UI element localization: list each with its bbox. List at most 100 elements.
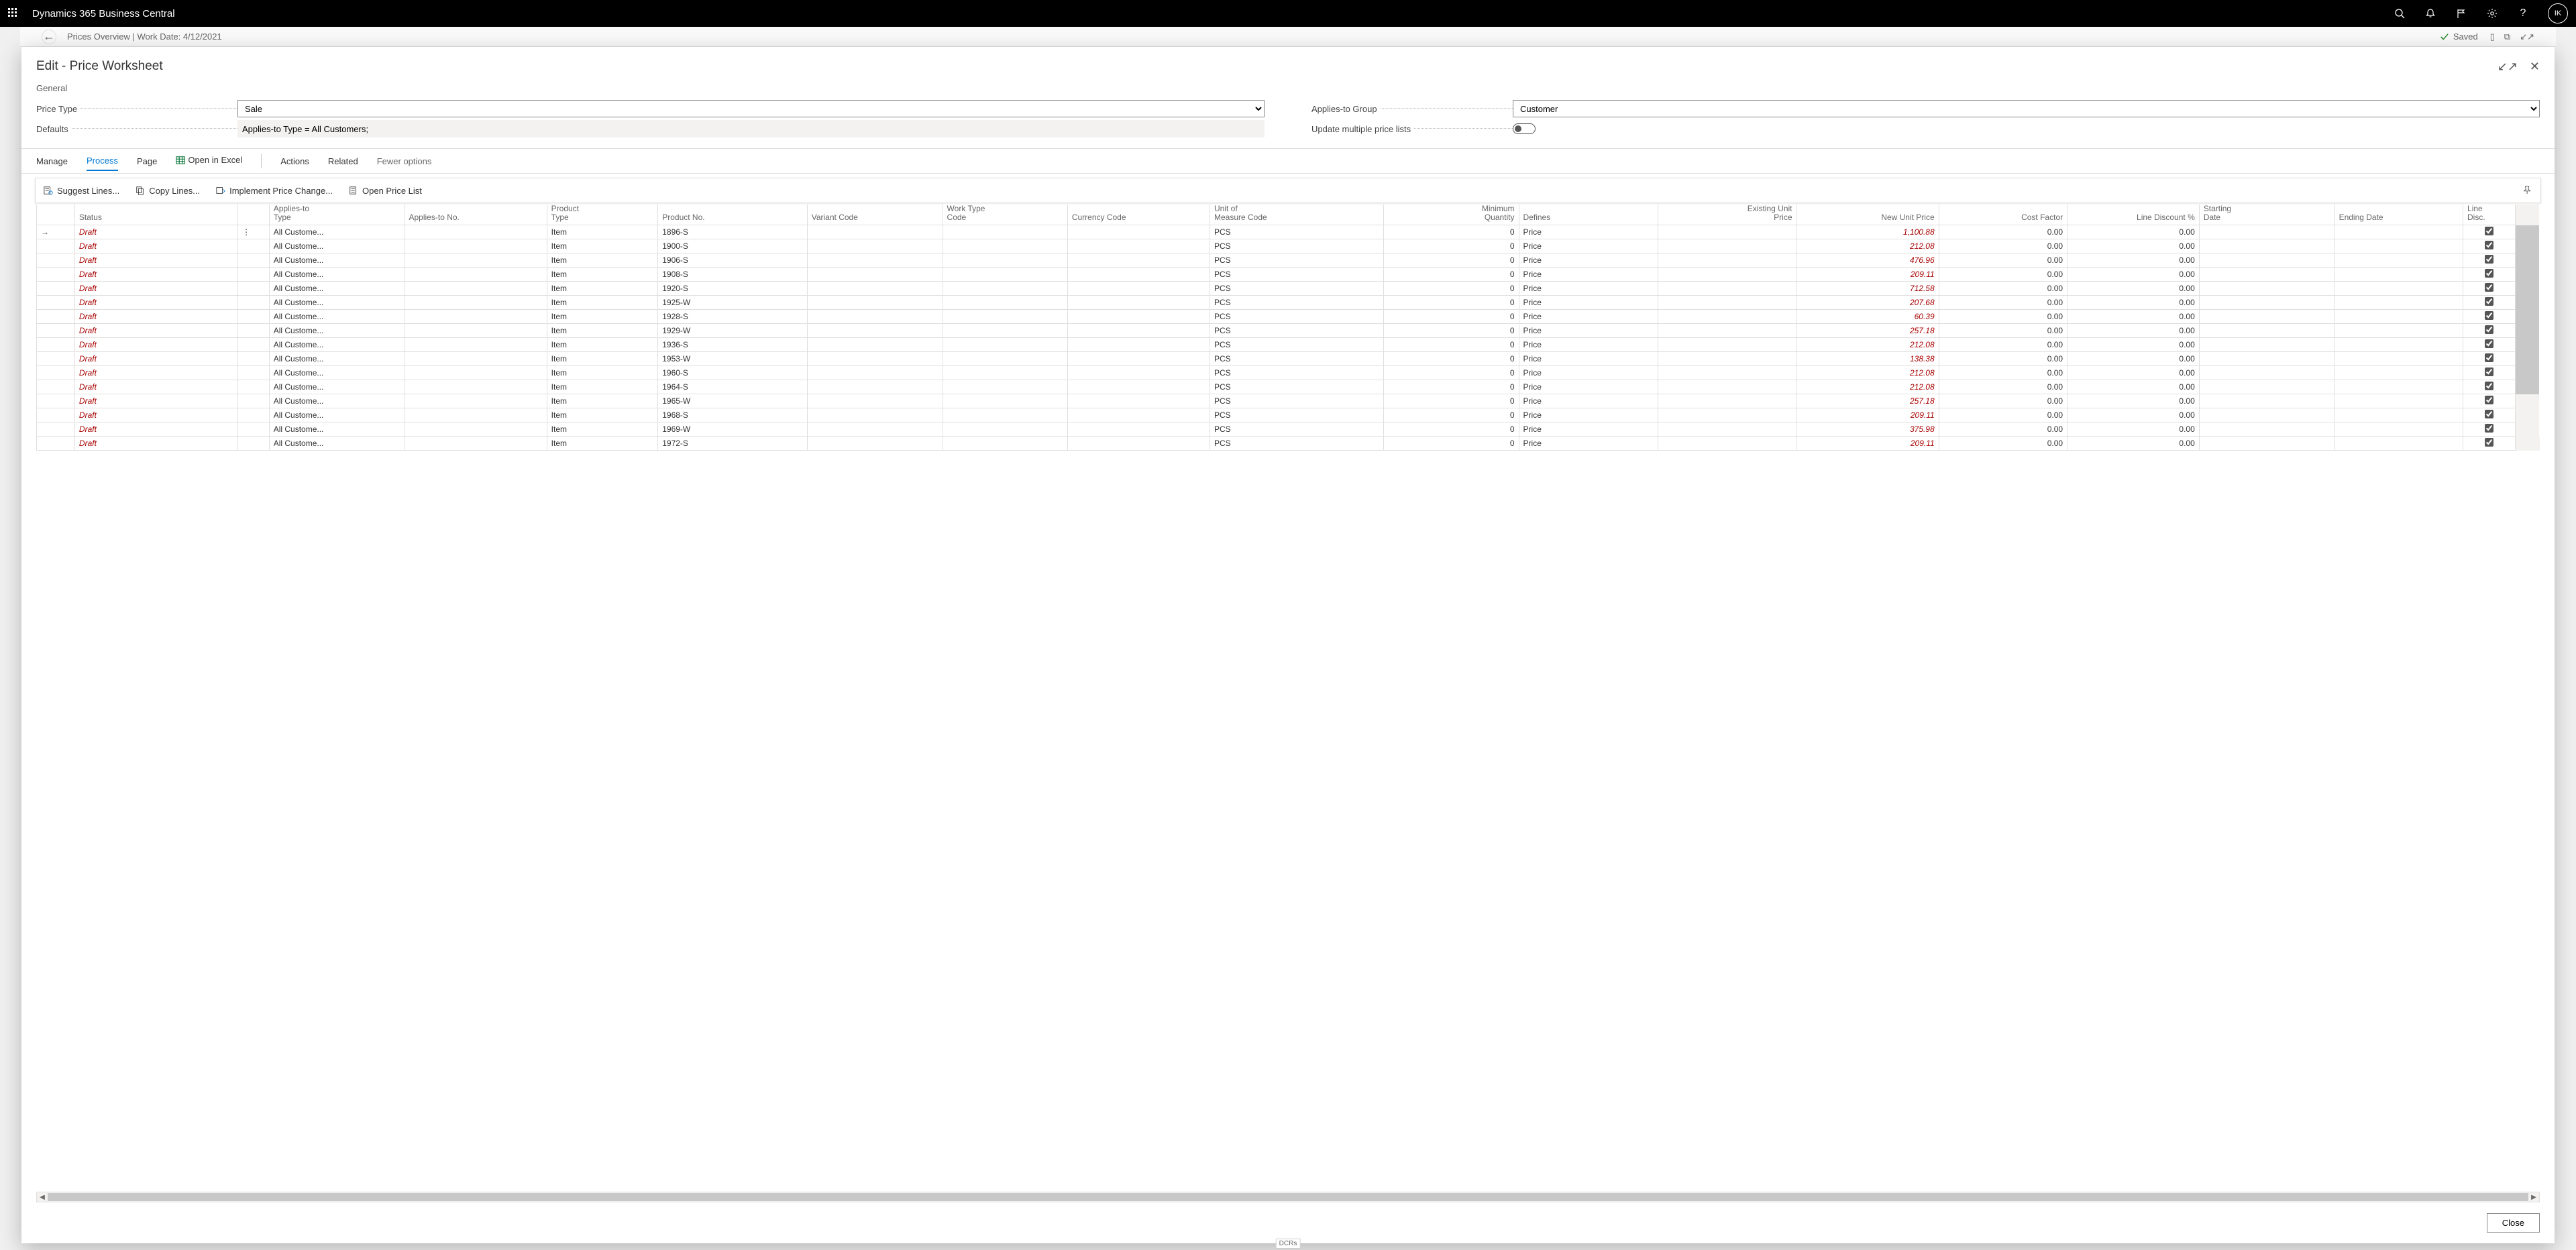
cell-line-disc-check[interactable] bbox=[2463, 296, 2516, 310]
cell-line-disc-pct[interactable]: 0.00 bbox=[2068, 366, 2200, 380]
cell-applies-to-no[interactable] bbox=[405, 282, 547, 296]
cell-applies-to-type[interactable]: All Custome... bbox=[269, 338, 405, 352]
cell-applies-to-type[interactable]: All Custome... bbox=[269, 282, 405, 296]
cell-applies-to-no[interactable] bbox=[405, 380, 547, 394]
cell-starting-date[interactable] bbox=[2199, 324, 2334, 338]
cell-variant-code[interactable] bbox=[807, 324, 943, 338]
cell-uom[interactable]: PCS bbox=[1210, 366, 1383, 380]
cell-line-disc-check[interactable] bbox=[2463, 310, 2516, 324]
popout-icon[interactable]: ⧉ bbox=[2504, 32, 2510, 42]
cell-line-disc-pct[interactable]: 0.00 bbox=[2068, 268, 2200, 282]
cell-min-qty[interactable]: 0 bbox=[1383, 408, 1519, 422]
cell-product-no[interactable]: 1920-S bbox=[658, 282, 808, 296]
scroll-left-icon[interactable]: ◀ bbox=[37, 1192, 48, 1202]
cell-ending-date[interactable] bbox=[2334, 422, 2463, 437]
menu-fewer-options[interactable]: Fewer options bbox=[377, 152, 432, 170]
cell-cost-factor[interactable]: 0.00 bbox=[1939, 380, 2067, 394]
table-row[interactable]: DraftAll Custome...Item1920-SPCS0Price71… bbox=[37, 282, 2540, 296]
cell-applies-to-no[interactable] bbox=[405, 352, 547, 366]
cell-line-disc-check[interactable] bbox=[2463, 268, 2516, 282]
cell-product-type[interactable]: Item bbox=[547, 380, 658, 394]
cell-currency-code[interactable] bbox=[1067, 253, 1210, 268]
cell-work-type-code[interactable] bbox=[943, 296, 1067, 310]
cell-min-qty[interactable]: 0 bbox=[1383, 282, 1519, 296]
col-ending-date[interactable]: Ending Date bbox=[2334, 205, 2463, 225]
detach-icon[interactable]: ▯ bbox=[2490, 32, 2495, 42]
cell-new-unit-price[interactable]: 257.18 bbox=[1796, 324, 1939, 338]
col-line-disc[interactable]: LineDisc. bbox=[2463, 205, 2516, 225]
cell-min-qty[interactable]: 0 bbox=[1383, 268, 1519, 282]
back-icon[interactable]: ← bbox=[42, 30, 56, 44]
cell-ending-date[interactable] bbox=[2334, 268, 2463, 282]
cell-line-disc-check[interactable] bbox=[2463, 282, 2516, 296]
cell-work-type-code[interactable] bbox=[943, 268, 1067, 282]
cell-min-qty[interactable]: 0 bbox=[1383, 437, 1519, 451]
cell-line-disc-check[interactable] bbox=[2463, 422, 2516, 437]
cell-min-qty[interactable]: 0 bbox=[1383, 253, 1519, 268]
row-selector-icon[interactable] bbox=[37, 253, 75, 268]
cell-min-qty[interactable]: 0 bbox=[1383, 296, 1519, 310]
cell-product-no[interactable]: 1925-W bbox=[658, 296, 808, 310]
cell-existing-unit-price[interactable] bbox=[1658, 310, 1796, 324]
table-row[interactable]: DraftAll Custome...Item1965-WPCS0Price25… bbox=[37, 394, 2540, 408]
cell-starting-date[interactable] bbox=[2199, 394, 2334, 408]
cell-product-type[interactable]: Item bbox=[547, 310, 658, 324]
col-status[interactable]: Status bbox=[74, 205, 237, 225]
restore-icon[interactable]: ↙↗ bbox=[2498, 60, 2518, 74]
cell-defines[interactable]: Price bbox=[1519, 324, 1658, 338]
cell-new-unit-price[interactable]: 209.11 bbox=[1796, 408, 1939, 422]
cell-new-unit-price[interactable]: 212.08 bbox=[1796, 380, 1939, 394]
cell-work-type-code[interactable] bbox=[943, 422, 1067, 437]
table-row[interactable]: DraftAll Custome...Item1964-SPCS0Price21… bbox=[37, 380, 2540, 394]
row-selector-icon[interactable] bbox=[37, 366, 75, 380]
cell-cost-factor[interactable]: 0.00 bbox=[1939, 437, 2067, 451]
implement-price-change-button[interactable]: Implement Price Change... bbox=[216, 186, 333, 196]
cell-line-disc-pct[interactable]: 0.00 bbox=[2068, 282, 2200, 296]
cell-cost-factor[interactable]: 0.00 bbox=[1939, 338, 2067, 352]
cell-uom[interactable]: PCS bbox=[1210, 324, 1383, 338]
cell-currency-code[interactable] bbox=[1067, 282, 1210, 296]
cell-variant-code[interactable] bbox=[807, 408, 943, 422]
cell-applies-to-type[interactable]: All Custome... bbox=[269, 437, 405, 451]
cell-existing-unit-price[interactable] bbox=[1658, 296, 1796, 310]
row-selector-icon[interactable] bbox=[37, 324, 75, 338]
cell-product-no[interactable]: 1928-S bbox=[658, 310, 808, 324]
row-selector-icon[interactable] bbox=[37, 394, 75, 408]
cell-new-unit-price[interactable]: 138.38 bbox=[1796, 352, 1939, 366]
cell-currency-code[interactable] bbox=[1067, 408, 1210, 422]
cell-work-type-code[interactable] bbox=[943, 380, 1067, 394]
cell-defines[interactable]: Price bbox=[1519, 225, 1658, 239]
cell-status[interactable]: Draft bbox=[74, 324, 237, 338]
cell-line-disc-check[interactable] bbox=[2463, 394, 2516, 408]
col-min-qty[interactable]: MinimumQuantity bbox=[1383, 205, 1519, 225]
pin-icon[interactable] bbox=[2523, 185, 2532, 196]
menu-actions[interactable]: Actions bbox=[280, 152, 309, 170]
cell-product-no[interactable]: 1896-S bbox=[658, 225, 808, 239]
cell-status[interactable]: Draft bbox=[74, 338, 237, 352]
cell-applies-to-type[interactable]: All Custome... bbox=[269, 408, 405, 422]
cell-work-type-code[interactable] bbox=[943, 282, 1067, 296]
row-selector-icon[interactable] bbox=[37, 338, 75, 352]
cell-existing-unit-price[interactable] bbox=[1658, 338, 1796, 352]
cell-applies-to-no[interactable] bbox=[405, 225, 547, 239]
menu-page[interactable]: Page bbox=[137, 152, 157, 170]
cell-defines[interactable]: Price bbox=[1519, 366, 1658, 380]
cell-applies-to-no[interactable] bbox=[405, 268, 547, 282]
cell-defines[interactable]: Price bbox=[1519, 437, 1658, 451]
table-row[interactable]: DraftAll Custome...Item1960-SPCS0Price21… bbox=[37, 366, 2540, 380]
cell-product-no[interactable]: 1908-S bbox=[658, 268, 808, 282]
row-more-icon[interactable] bbox=[238, 352, 270, 366]
applies-to-group-select[interactable]: Customer bbox=[1513, 100, 2540, 117]
row-selector-icon[interactable] bbox=[37, 380, 75, 394]
cell-variant-code[interactable] bbox=[807, 296, 943, 310]
cell-applies-to-type[interactable]: All Custome... bbox=[269, 225, 405, 239]
row-more-icon[interactable] bbox=[238, 338, 270, 352]
cell-currency-code[interactable] bbox=[1067, 324, 1210, 338]
cell-existing-unit-price[interactable] bbox=[1658, 253, 1796, 268]
collapse-icon[interactable]: ↙↗ bbox=[2520, 32, 2534, 42]
row-more-icon[interactable] bbox=[238, 408, 270, 422]
cell-line-disc-pct[interactable]: 0.00 bbox=[2068, 253, 2200, 268]
cell-starting-date[interactable] bbox=[2199, 253, 2334, 268]
cell-cost-factor[interactable]: 0.00 bbox=[1939, 225, 2067, 239]
cell-product-type[interactable]: Item bbox=[547, 282, 658, 296]
